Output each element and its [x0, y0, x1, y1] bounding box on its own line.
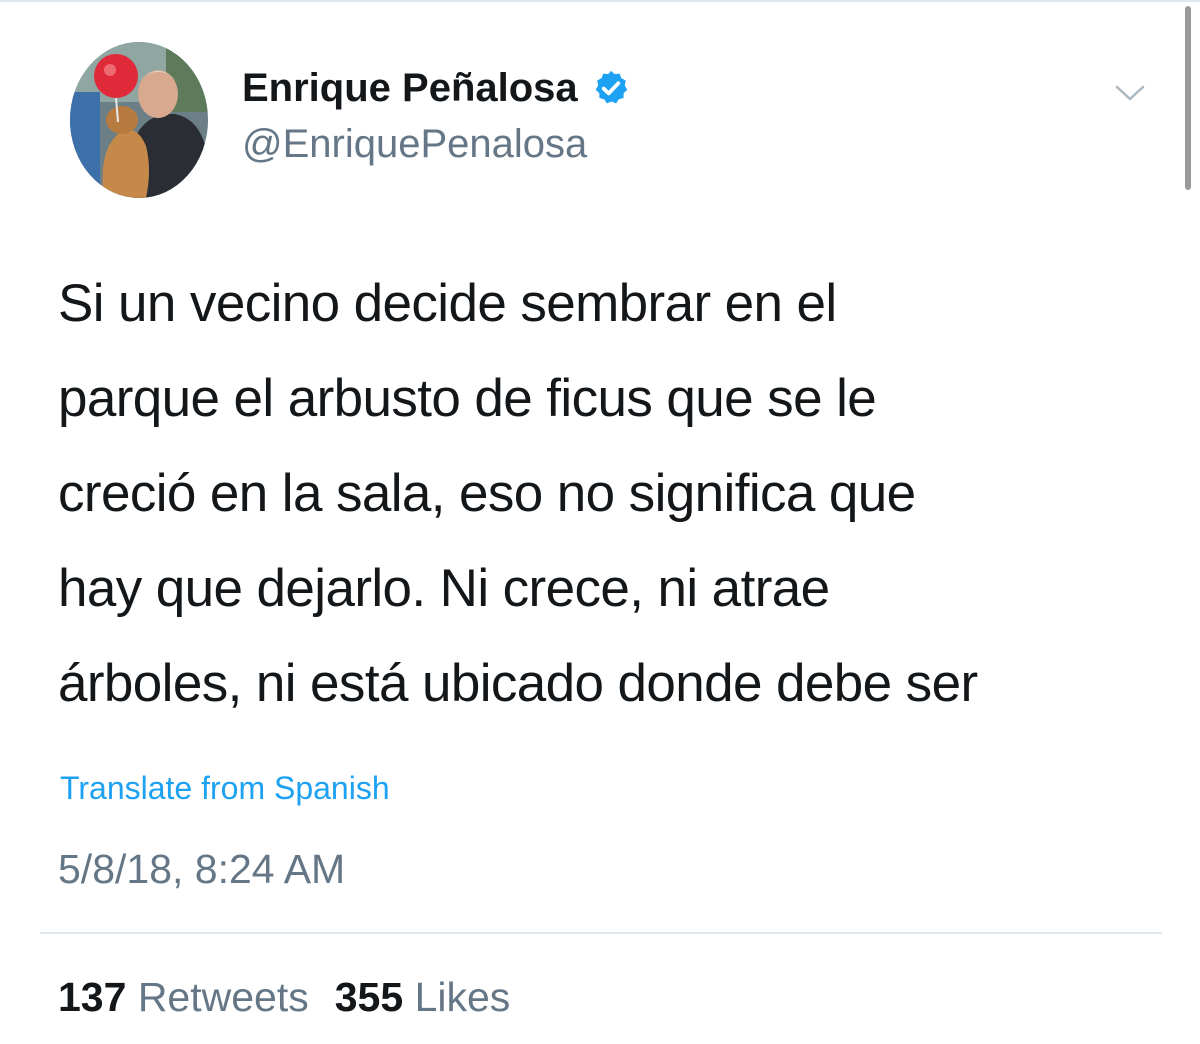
tweet-text-line: creció en la sala, eso no significa que	[58, 464, 916, 523]
chevron-down-icon[interactable]	[1114, 82, 1146, 104]
translate-link[interactable]: Translate from Spanish	[60, 768, 390, 808]
verified-badge-icon	[595, 70, 627, 104]
scrollbar[interactable]	[1185, 6, 1191, 190]
author-name-text: Enrique Peñalosa	[242, 66, 578, 110]
tweet-stats: 137 Retweets 355 Likes	[58, 972, 510, 1022]
author-display-name[interactable]: Enrique Peñalosa	[242, 64, 630, 112]
divider	[40, 932, 1162, 934]
tweet-text-line: árboles, ni está ubicado donde debe ser	[58, 654, 978, 713]
avatar-photo	[70, 42, 208, 198]
likes-count: 355	[334, 974, 404, 1020]
tweet-text-line: parque el arbusto de ficus que se le	[58, 369, 877, 428]
likes-label: Likes	[414, 974, 511, 1020]
tweet-text-line: hay que dejarlo. Ni crece, ni atrae	[58, 559, 830, 618]
top-border	[0, 0, 1200, 2]
author-handle[interactable]: @EnriquePenalosa	[242, 120, 587, 168]
tweet-text-line: Si un vecino decide sembrar en el	[58, 274, 837, 333]
tweet-timestamp[interactable]: 5/8/18, 8:24 AM	[58, 844, 345, 894]
retweets-label: Retweets	[137, 974, 309, 1020]
likes-stat[interactable]: 355 Likes	[335, 972, 511, 1022]
retweets-count: 137	[58, 974, 127, 1020]
retweets-stat[interactable]: 137 Retweets	[58, 972, 309, 1022]
tweet-text: Si un vecino decide sembrar en el parque…	[58, 256, 1168, 731]
avatar[interactable]	[70, 42, 208, 198]
